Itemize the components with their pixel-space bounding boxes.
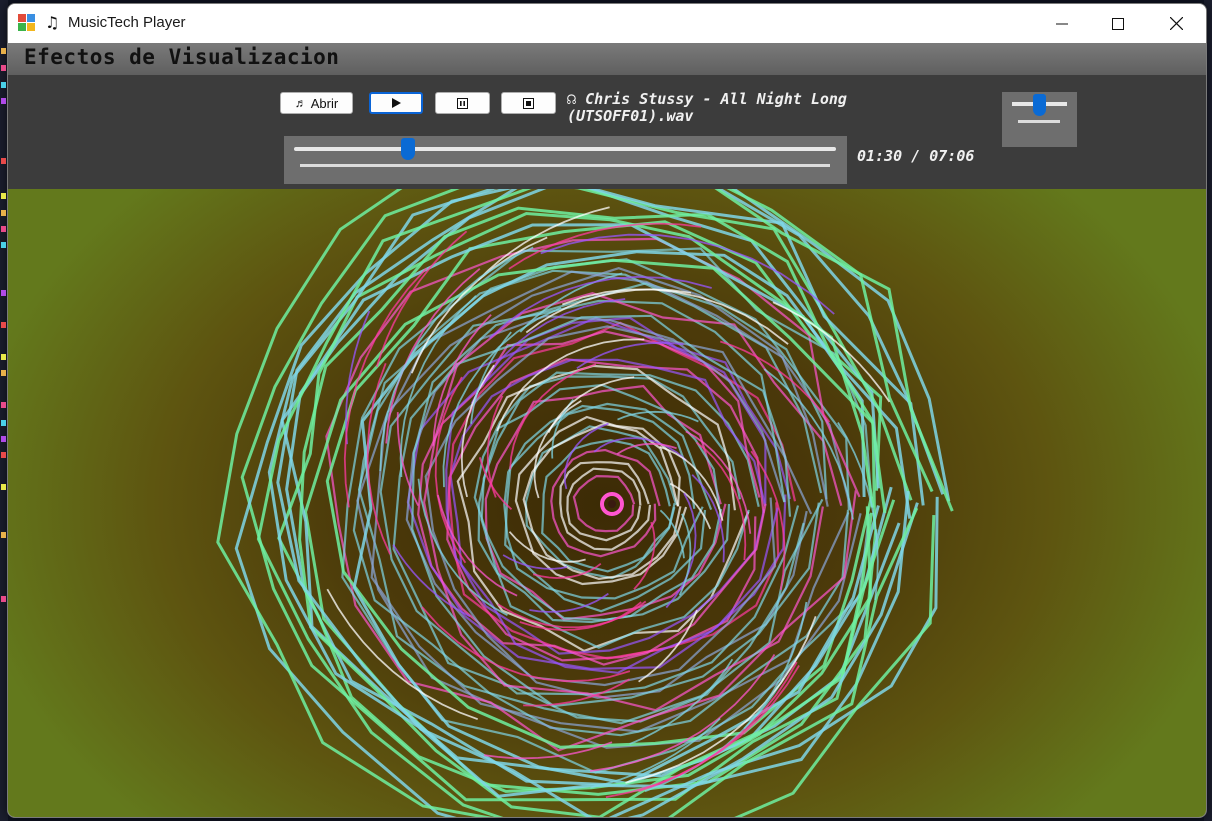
open-button-label: Abrir [310,95,339,111]
background-code-mark [1,402,6,408]
background-code-mark [1,193,6,199]
stop-button[interactable] [501,92,556,114]
background-code-mark [1,452,6,458]
spiral-visualization [216,189,954,817]
headphones-icon: ☊ [567,90,577,108]
background-code-mark [1,65,6,71]
title-bar: ♫ MusicTech Player [8,4,1206,43]
stop-icon [523,97,534,109]
effects-header: Efectos de Visualizacion [8,43,1206,75]
background-code-mark [1,420,6,426]
track-name: ☊ Chris Stussy - All Night Long (UTSOFF0… [567,91,867,125]
music-note-icon: ♬ [294,96,307,110]
background-code-mark [1,242,6,248]
volume-thumb[interactable] [1033,94,1046,116]
track-name-text: Chris Stussy - All Night Long (UTSOFF01)… [567,90,847,125]
maximize-icon [1112,17,1124,30]
background-code-mark [1,226,6,232]
background-code-mark [1,484,6,490]
background-code-mark [1,596,6,602]
time-display: 01:30 / 07:06 [857,147,975,165]
background-code-mark [1,436,6,442]
page-title: Efectos de Visualizacion [24,45,340,69]
background-code-mark [1,354,6,360]
volume-slider[interactable] [1002,92,1077,147]
visualizer-streak [563,422,609,490]
close-icon [1169,17,1183,30]
background-code-mark [1,82,6,88]
app-icon [18,14,36,32]
minimize-button[interactable] [1033,4,1091,43]
music-notes-icon: ♫ [45,13,60,32]
volume-line [1018,120,1060,123]
seek-progress-line [300,164,830,167]
minimize-icon [1056,23,1068,24]
background-code-mark [1,158,6,164]
visualizer-ring [572,474,636,533]
background-code-mark [1,290,6,296]
window-title: MusicTech Player [68,14,186,31]
play-button[interactable] [369,92,423,114]
play-icon [392,98,401,108]
background-code-mark [1,210,6,216]
seek-slider[interactable] [284,136,847,184]
background-code-mark [1,370,6,376]
visualizer-streak [629,658,734,745]
seek-track[interactable] [294,147,836,151]
visualizer-canvas [8,189,1206,817]
background-code-mark [1,98,6,104]
pause-button[interactable] [435,92,490,114]
app-window: ♫ MusicTech Player Efectos de Visualizac… [7,3,1207,818]
seek-thumb[interactable] [400,138,415,160]
close-button[interactable] [1147,4,1205,43]
open-button[interactable]: ♬ Abrir [280,92,353,114]
background-code-mark [1,48,6,54]
pause-icon [457,97,468,109]
maximize-button[interactable] [1089,4,1147,43]
visualizer-streak [470,331,512,424]
visualizer-center-dot [608,500,616,508]
player-controls: ♬ Abrir ☊ Chris Stussy - All Night Long … [8,75,1206,189]
background-code-mark [1,322,6,328]
background-code-mark [1,532,6,538]
